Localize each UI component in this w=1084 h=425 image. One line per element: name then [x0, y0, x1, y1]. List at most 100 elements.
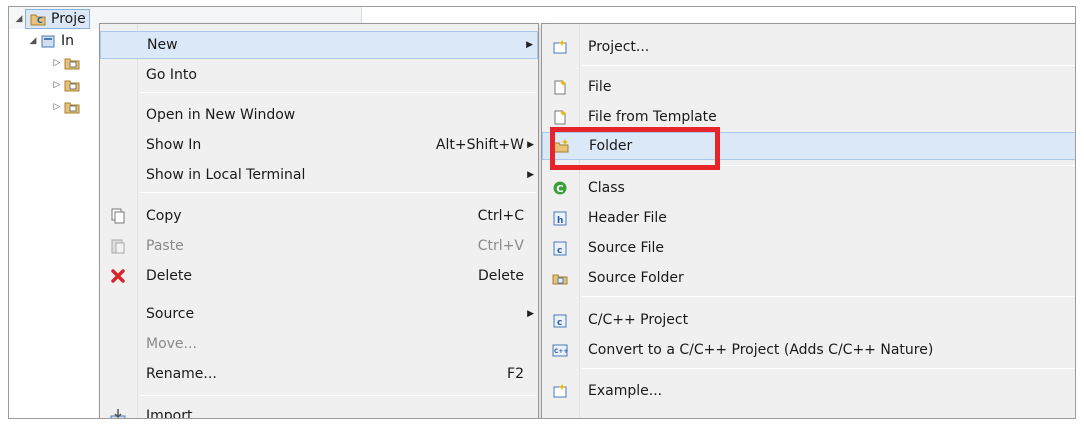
tree-row-folder-3[interactable]: ▷ — [51, 96, 85, 118]
menu-item-label: Source File — [588, 240, 664, 256]
menu-item-label: Rename... — [146, 366, 217, 382]
convert-icon: C++ — [550, 340, 570, 360]
menu-item-label: Show In — [146, 137, 202, 153]
source-file-icon: c — [550, 238, 570, 258]
includes-label: In — [61, 33, 75, 49]
file-template-icon — [550, 107, 570, 127]
paste-icon — [108, 236, 128, 256]
menu-separator — [140, 92, 536, 93]
menu-item-label: Show in Local Terminal — [146, 167, 306, 183]
context-menu: New ▶ Go Into Open in New Window Show In… — [99, 23, 539, 419]
svg-text:C: C — [37, 16, 43, 25]
svg-text:c: c — [557, 318, 562, 328]
menu-separator — [582, 368, 1075, 369]
folder-highlight-box — [550, 127, 720, 170]
menu-item-show-local-terminal[interactable]: Show in Local Terminal ▶ — [100, 161, 538, 189]
copy-icon — [108, 206, 128, 226]
submenu-item-file[interactable]: File — [542, 73, 1075, 101]
example-icon — [550, 381, 570, 401]
include-folder-icon — [63, 76, 81, 94]
submenu-item-convert[interactable]: C++ Convert to a C/C++ Project (Adds C/C… — [542, 336, 1075, 364]
menu-separator — [140, 395, 536, 396]
submenu-arrow-icon: ▶ — [527, 309, 534, 319]
tree-row-includes[interactable]: ◢ In — [27, 30, 74, 52]
menu-item-label: Delete — [146, 268, 192, 284]
submenu-item-source-folder[interactable]: Source Folder — [542, 264, 1075, 292]
submenu-item-header-file[interactable]: h Header File — [542, 204, 1075, 232]
menu-item-show-in[interactable]: Show In Alt+Shift+W ▶ — [100, 131, 538, 159]
submenu-item-source-file[interactable]: c Source File — [542, 234, 1075, 262]
menu-item-label: Header File — [588, 210, 667, 226]
menu-item-shortcut: Ctrl+C — [477, 208, 524, 224]
header-file-icon: h — [550, 208, 570, 228]
menu-item-delete[interactable]: Delete Delete — [100, 262, 538, 290]
submenu-item-cpp-project[interactable]: c C/C++ Project — [542, 306, 1075, 334]
menu-item-move[interactable]: Move... — [100, 330, 538, 358]
svg-text:h: h — [557, 216, 563, 226]
source-folder-icon — [550, 268, 570, 288]
menu-separator — [582, 296, 1075, 297]
menu-item-shortcut: F2 — [507, 366, 524, 382]
submenu-arrow-icon: ▶ — [527, 140, 534, 150]
include-folder-icon — [63, 98, 81, 116]
project-label: Proje — [51, 11, 86, 27]
submenu-item-example[interactable]: Example... — [542, 377, 1075, 405]
menu-item-shortcut: Ctrl+V — [477, 238, 524, 254]
menu-item-label: Class — [588, 180, 625, 196]
menu-item-copy[interactable]: Copy Ctrl+C — [100, 202, 538, 230]
menu-item-label: Go Into — [146, 67, 197, 83]
menu-item-label: Import... — [146, 408, 206, 419]
svg-text:c: c — [557, 246, 562, 256]
menu-item-label: Move... — [146, 336, 197, 352]
menu-item-source[interactable]: Source ▶ — [100, 300, 538, 328]
menu-item-paste[interactable]: Paste Ctrl+V — [100, 232, 538, 260]
new-project-icon — [550, 37, 570, 57]
menu-separator — [582, 65, 1075, 66]
cpp-project-icon: c — [550, 310, 570, 330]
submenu-arrow-icon: ▶ — [526, 40, 533, 50]
collapse-arrow-icon[interactable]: ▷ — [51, 102, 63, 112]
menu-item-label: Example... — [588, 383, 663, 399]
menu-item-label: New — [147, 37, 178, 53]
menu-item-label: Copy — [146, 208, 182, 224]
menu-item-label: Project... — [588, 39, 650, 55]
menu-item-label: Convert to a C/C++ Project (Adds C/C++ N… — [588, 342, 934, 358]
new-submenu: Project... File File from Template Folde… — [541, 23, 1075, 418]
menu-item-label: Source — [146, 306, 195, 322]
tree-row-project[interactable]: ◢ C Proje — [13, 8, 90, 30]
svg-text:C++: C++ — [554, 348, 568, 355]
menu-item-shortcut: Alt+Shift+W — [435, 137, 524, 153]
submenu-arrow-icon: ▶ — [527, 170, 534, 180]
c-project-icon: C — [29, 10, 47, 28]
collapse-arrow-icon[interactable]: ▷ — [51, 58, 63, 68]
submenu-item-project[interactable]: Project... — [542, 33, 1075, 61]
expand-arrow-icon[interactable]: ◢ — [27, 36, 39, 46]
tree-row-folder-1[interactable]: ▷ — [51, 52, 85, 74]
menu-item-label: File from Template — [588, 109, 717, 125]
menu-separator — [140, 192, 536, 193]
menu-item-label: Paste — [146, 238, 184, 254]
includes-icon — [39, 32, 57, 50]
menu-item-import[interactable]: Import... — [100, 402, 538, 419]
menu-item-go-into[interactable]: Go Into — [100, 61, 538, 89]
new-file-icon — [550, 77, 570, 97]
class-icon: C — [550, 178, 570, 198]
menu-item-label: C/C++ Project — [588, 312, 689, 328]
submenu-item-class[interactable]: C Class — [542, 174, 1075, 202]
delete-icon — [108, 266, 128, 286]
collapse-arrow-icon[interactable]: ▷ — [51, 80, 63, 90]
menu-item-label: Open in New Window — [146, 107, 296, 123]
menu-item-label: File — [588, 79, 612, 95]
menu-item-label: Source Folder — [588, 270, 684, 286]
menu-item-shortcut: Delete — [478, 268, 524, 284]
expand-arrow-icon[interactable]: ◢ — [13, 14, 25, 24]
project-explorer: ◢ C Proje ◢ In ▷ ▷ ▷ New ▶ Go Into Open … — [8, 6, 1076, 419]
menu-item-new[interactable]: New ▶ — [100, 31, 538, 59]
menu-item-open-new-window[interactable]: Open in New Window — [100, 101, 538, 129]
tree-row-folder-2[interactable]: ▷ — [51, 74, 85, 96]
menu-item-rename[interactable]: Rename... F2 — [100, 360, 538, 388]
svg-text:C: C — [556, 184, 563, 195]
project-node[interactable]: C Proje — [25, 9, 90, 29]
import-icon — [108, 406, 128, 418]
include-folder-icon — [63, 54, 81, 72]
